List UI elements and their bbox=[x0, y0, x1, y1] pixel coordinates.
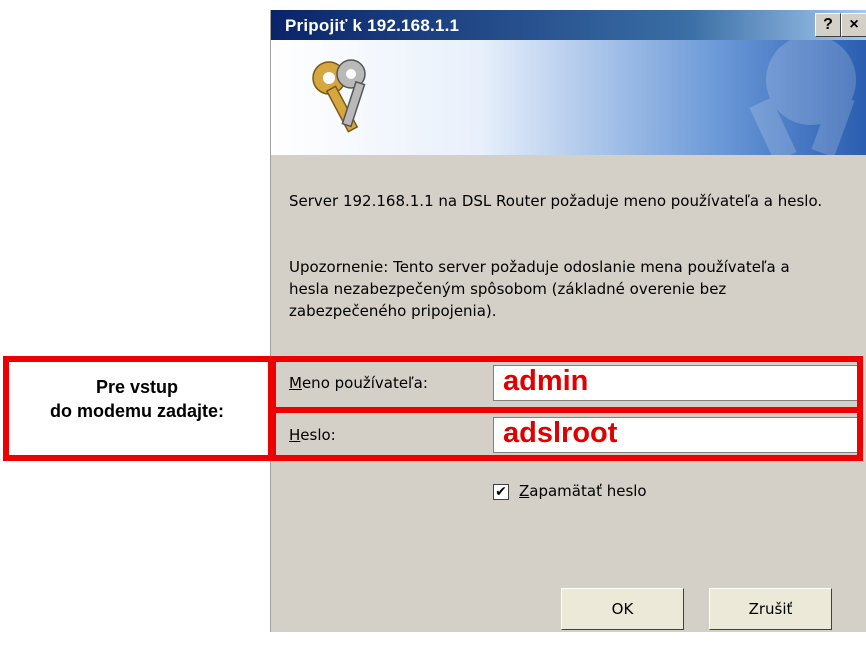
keys-icon bbox=[312, 59, 366, 133]
password-highlight bbox=[270, 407, 863, 461]
dialog-title: Pripojiť k 192.168.1.1 bbox=[285, 16, 460, 35]
banner-decoration-icon bbox=[749, 40, 856, 155]
cancel-button[interactable]: Zrušiť bbox=[709, 588, 832, 630]
remember-checkbox[interactable]: ✔ bbox=[493, 484, 509, 500]
dialog-banner bbox=[271, 40, 866, 155]
instruction-line-1: Pre vstup bbox=[95, 377, 179, 397]
remember-label: Zapamätať heslo bbox=[519, 482, 647, 500]
warning-message: Upozornenie: Tento server požaduje odosl… bbox=[289, 258, 790, 320]
login-dialog: Pripojiť k 192.168.1.1 ? × Server 192.16 bbox=[270, 10, 866, 632]
instruction-text: Pre vstup do modemu zadajte: bbox=[8, 375, 266, 423]
instruction-line-2: do modemu zadajte: bbox=[49, 401, 224, 421]
help-button[interactable]: ? bbox=[815, 13, 841, 37]
title-bar[interactable]: Pripojiť k 192.168.1.1 ? × bbox=[271, 10, 866, 40]
username-highlight bbox=[270, 356, 863, 413]
close-button[interactable]: × bbox=[841, 13, 866, 37]
ok-button[interactable]: OK bbox=[561, 588, 684, 630]
server-message: Server 192.168.1.1 na DSL Router požaduj… bbox=[289, 192, 823, 210]
